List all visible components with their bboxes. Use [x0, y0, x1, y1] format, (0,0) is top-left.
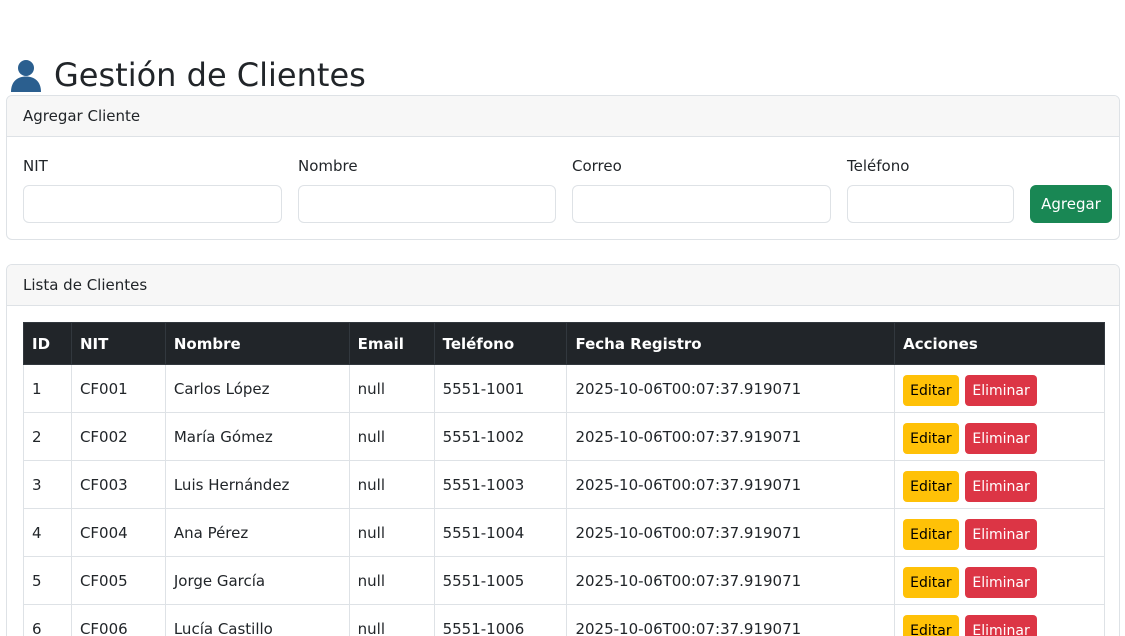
cell-fecha: 2025-10-06T00:07:37.919071	[566, 412, 896, 461]
edit-button[interactable]: Editar	[903, 519, 959, 550]
table-row: 2 CF002 María Gómez null 5551-1002 2025-…	[23, 412, 1105, 461]
edit-button[interactable]: Editar	[903, 375, 959, 406]
column-header-fecha: Fecha Registro	[566, 322, 896, 365]
cell-nombre: Jorge García	[164, 556, 350, 605]
page-title-text: Gestión de Clientes	[54, 56, 366, 95]
add-client-form: NIT Nombre Correo Teléfono Agregar	[7, 137, 1119, 237]
client-list-header: Lista de Clientes	[7, 265, 1119, 306]
nombre-label: Nombre	[298, 157, 358, 175]
cell-nombre: Luis Hernández	[164, 460, 350, 509]
table-row: 4 CF004 Ana Pérez null 5551-1004 2025-10…	[23, 508, 1105, 557]
nit-label: NIT	[23, 157, 48, 175]
cell-id: 2	[23, 412, 72, 461]
correo-input[interactable]	[572, 185, 831, 223]
column-header-email: Email	[348, 322, 435, 365]
cell-nombre: Ana Pérez	[164, 508, 350, 557]
cell-nombre: Lucía Castillo	[164, 604, 350, 636]
cell-nit: CF003	[70, 460, 166, 509]
nombre-input[interactable]	[298, 185, 556, 223]
column-header-nit: NIT	[70, 322, 166, 365]
page: Gestión de Clientes Agregar Cliente NIT …	[0, 0, 1125, 636]
cell-acciones: Editar Eliminar	[894, 508, 1105, 557]
table-header-row: ID NIT Nombre Email Teléfono Fecha Regis…	[23, 322, 1105, 365]
cell-nit: CF002	[70, 412, 166, 461]
delete-button[interactable]: Eliminar	[965, 615, 1037, 636]
add-client-button[interactable]: Agregar	[1030, 185, 1112, 223]
table-row: 1 CF001 Carlos López null 5551-1001 2025…	[23, 364, 1105, 413]
cell-acciones: Editar Eliminar	[894, 412, 1105, 461]
correo-label: Correo	[572, 157, 622, 175]
cell-telefono: 5551-1002	[433, 412, 568, 461]
column-header-nombre: Nombre	[164, 322, 350, 365]
delete-button[interactable]: Eliminar	[965, 375, 1037, 406]
edit-button[interactable]: Editar	[903, 615, 959, 636]
edit-button[interactable]: Editar	[903, 471, 959, 502]
edit-button[interactable]: Editar	[903, 567, 959, 598]
cell-id: 3	[23, 460, 72, 509]
cell-email: null	[348, 508, 435, 557]
cell-nombre: María Gómez	[164, 412, 350, 461]
cell-fecha: 2025-10-06T00:07:37.919071	[566, 460, 896, 509]
cell-fecha: 2025-10-06T00:07:37.919071	[566, 556, 896, 605]
cell-nombre: Carlos López	[164, 364, 350, 413]
cell-id: 4	[23, 508, 72, 557]
cell-telefono: 5551-1004	[433, 508, 568, 557]
page-title: Gestión de Clientes	[8, 51, 366, 99]
cell-email: null	[348, 412, 435, 461]
table-row: 5 CF005 Jorge García null 5551-1005 2025…	[23, 556, 1105, 605]
cell-acciones: Editar Eliminar	[894, 364, 1105, 413]
cell-email: null	[348, 556, 435, 605]
add-client-card: Agregar Cliente NIT Nombre Correo Teléfo…	[6, 95, 1120, 240]
cell-fecha: 2025-10-06T00:07:37.919071	[566, 364, 896, 413]
cell-acciones: Editar Eliminar	[894, 604, 1105, 636]
cell-telefono: 5551-1003	[433, 460, 568, 509]
cell-nit: CF001	[70, 364, 166, 413]
cell-telefono: 5551-1006	[433, 604, 568, 636]
cell-acciones: Editar Eliminar	[894, 556, 1105, 605]
cell-telefono: 5551-1005	[433, 556, 568, 605]
cell-email: null	[348, 364, 435, 413]
cell-id: 1	[23, 364, 72, 413]
table-row: 6 CF006 Lucía Castillo null 5551-1006 20…	[23, 604, 1105, 636]
user-icon	[8, 57, 44, 93]
cell-nit: CF005	[70, 556, 166, 605]
column-header-telefono: Teléfono	[433, 322, 568, 365]
cell-nit: CF006	[70, 604, 166, 636]
nit-input[interactable]	[23, 185, 282, 223]
clients-table: ID NIT Nombre Email Teléfono Fecha Regis…	[23, 322, 1105, 636]
add-client-header: Agregar Cliente	[7, 96, 1119, 137]
edit-button[interactable]: Editar	[903, 423, 959, 454]
telefono-label: Teléfono	[847, 157, 910, 175]
cell-id: 5	[23, 556, 72, 605]
delete-button[interactable]: Eliminar	[965, 519, 1037, 550]
cell-telefono: 5551-1001	[433, 364, 568, 413]
cell-fecha: 2025-10-06T00:07:37.919071	[566, 604, 896, 636]
delete-button[interactable]: Eliminar	[965, 423, 1037, 454]
cell-nit: CF004	[70, 508, 166, 557]
delete-button[interactable]: Eliminar	[965, 567, 1037, 598]
cell-fecha: 2025-10-06T00:07:37.919071	[566, 508, 896, 557]
cell-id: 6	[23, 604, 72, 636]
column-header-id: ID	[23, 322, 72, 365]
telefono-input[interactable]	[847, 185, 1014, 223]
cell-email: null	[348, 460, 435, 509]
client-list-card: Lista de Clientes ID NIT Nombre Email Te…	[6, 264, 1120, 636]
column-header-acciones: Acciones	[894, 322, 1105, 365]
cell-acciones: Editar Eliminar	[894, 460, 1105, 509]
table-row: 3 CF003 Luis Hernández null 5551-1003 20…	[23, 460, 1105, 509]
cell-email: null	[348, 604, 435, 636]
delete-button[interactable]: Eliminar	[965, 471, 1037, 502]
